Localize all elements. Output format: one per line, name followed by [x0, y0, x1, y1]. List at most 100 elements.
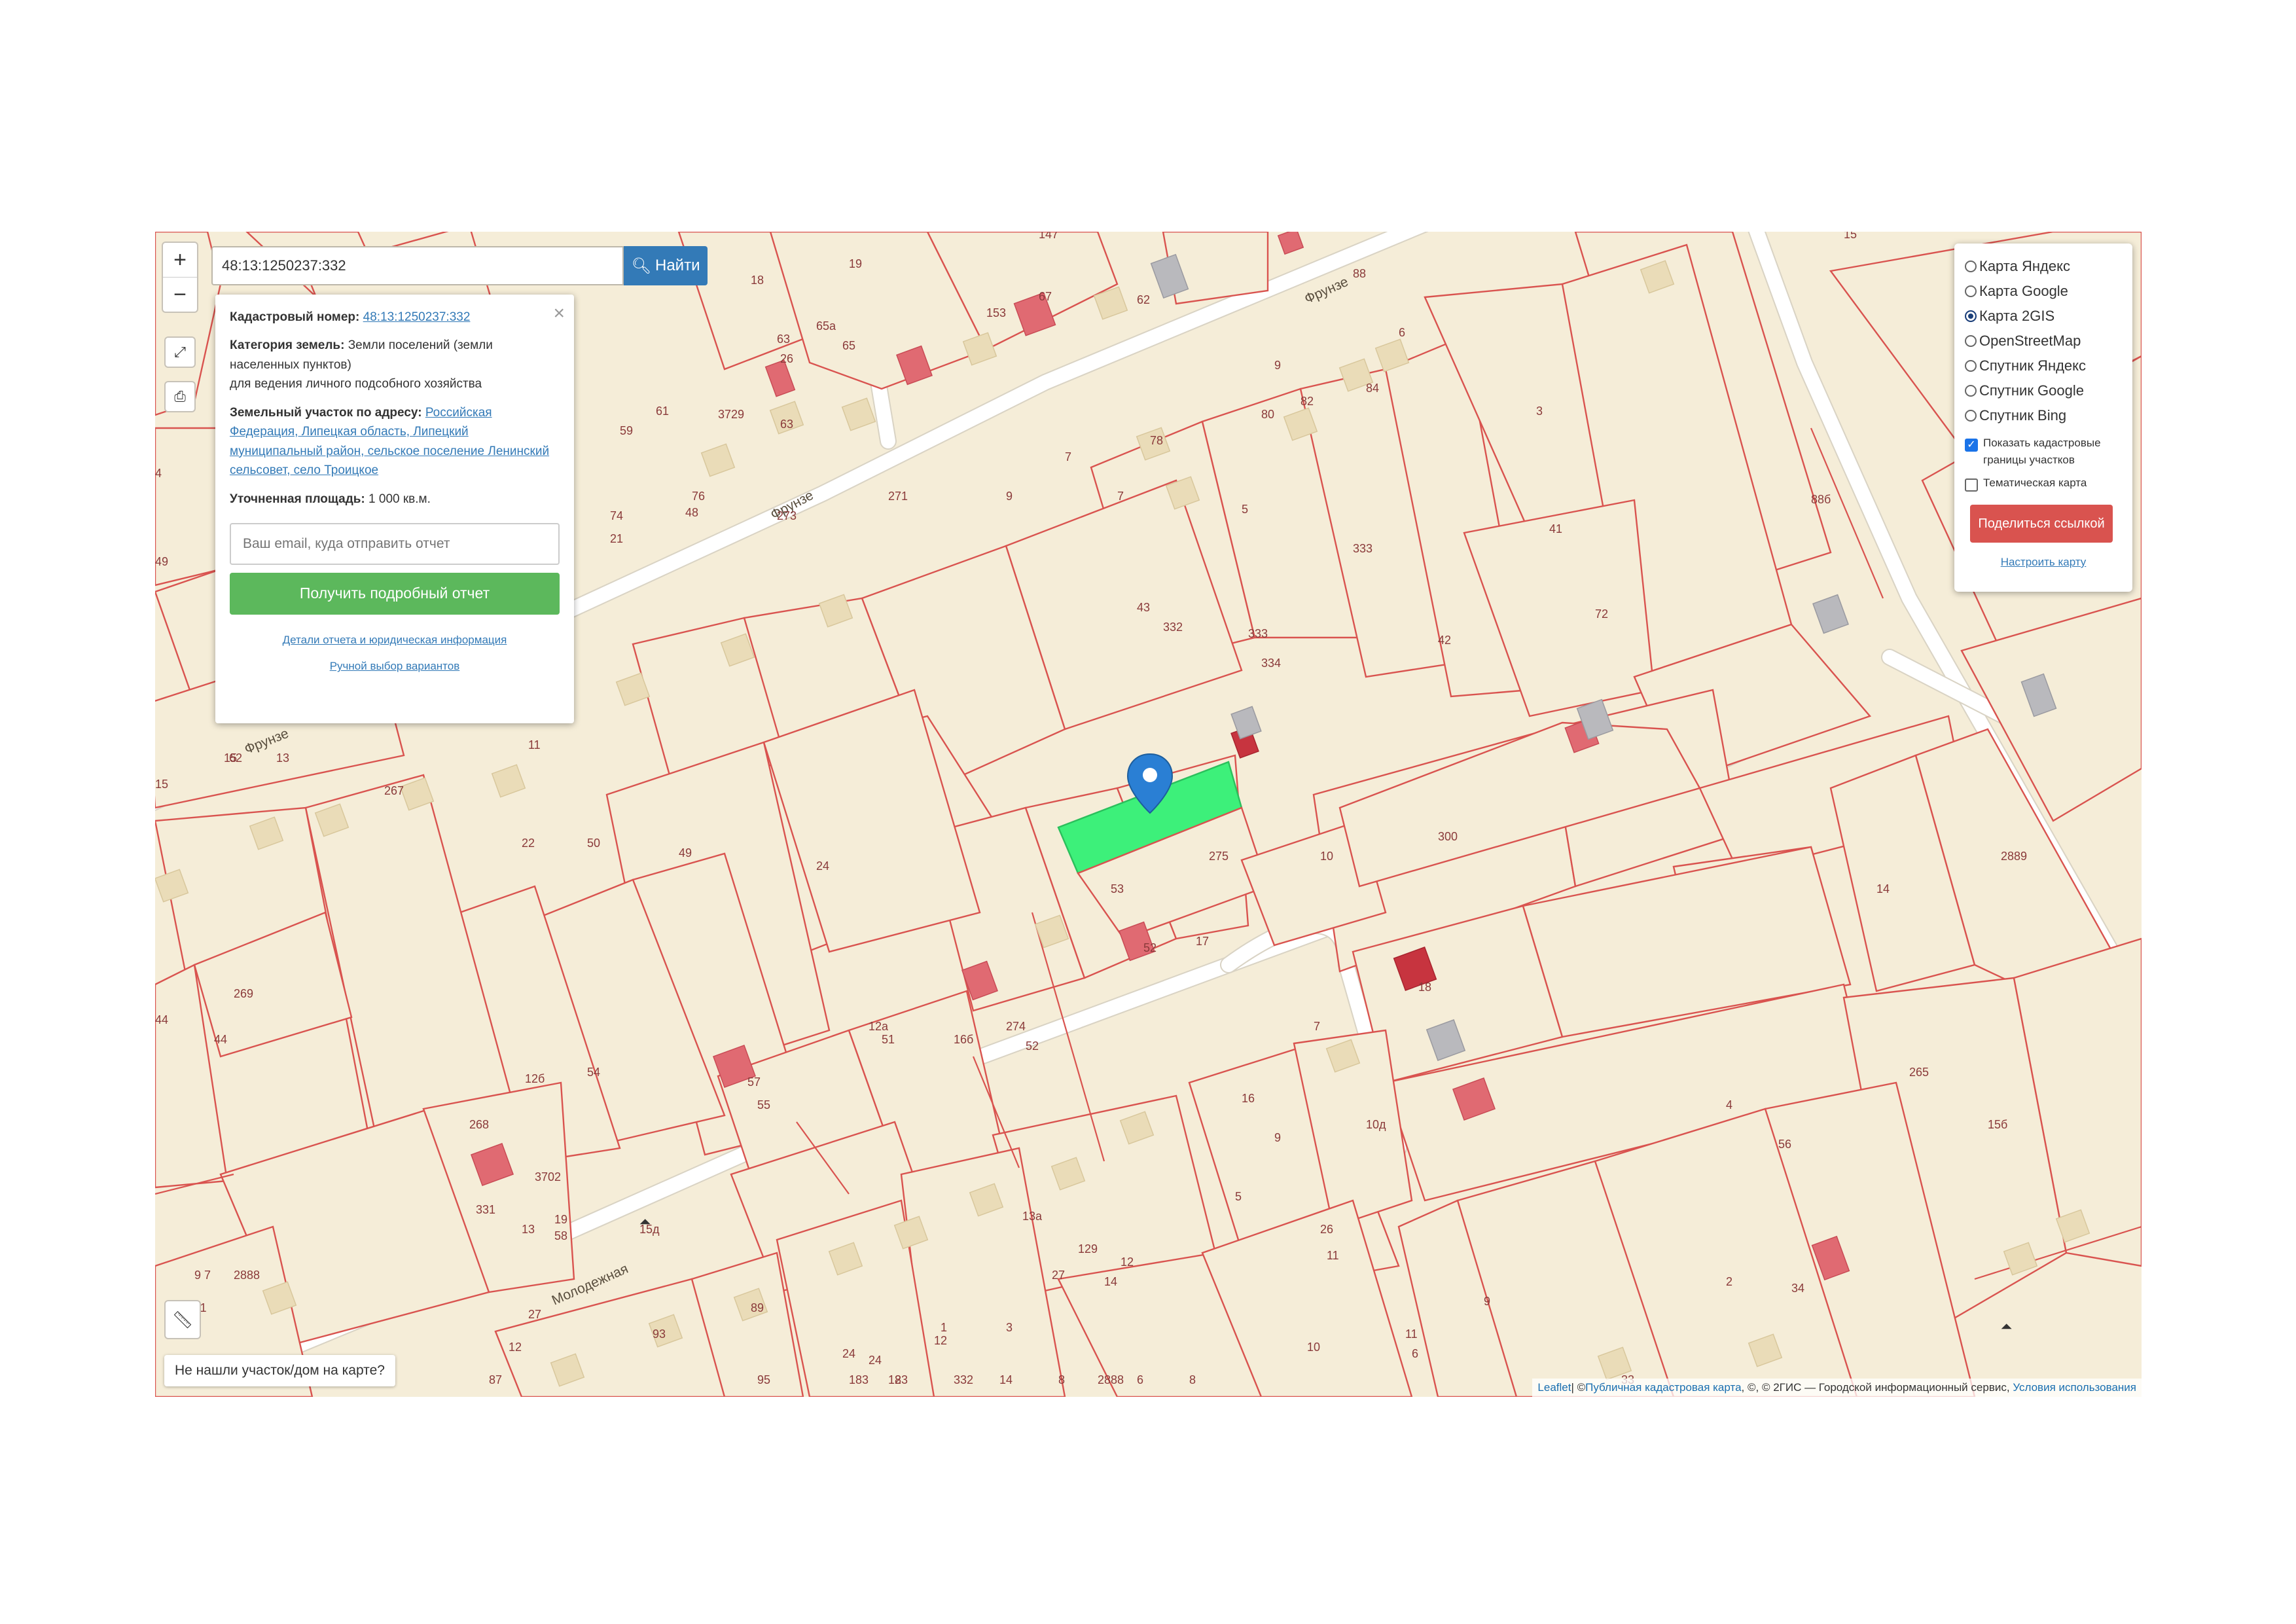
- layer-option-label: Карта 2GIS: [1979, 308, 2055, 324]
- plot-number-label: 12а: [869, 1020, 889, 1033]
- plot-number-label: 9: [1006, 490, 1013, 503]
- plot-number-label: 63: [777, 333, 790, 346]
- printer-icon: ⎙: [174, 388, 186, 405]
- plot-number-label: 22: [522, 837, 535, 850]
- layer-radio[interactable]: [1965, 261, 1977, 272]
- plot-number-label: 5: [1242, 503, 1248, 516]
- plot-number-label: 269: [234, 987, 253, 1000]
- plot-number-label: 331: [476, 1203, 495, 1216]
- plot-number-label: 62: [229, 751, 242, 765]
- measure-button[interactable]: 📏︎: [164, 1300, 201, 1339]
- plot-number-label: 334: [1261, 657, 1281, 670]
- layer-option[interactable]: Спутник Яндекс: [1965, 353, 2122, 378]
- thematic-map-option[interactable]: Тематическая карта: [1965, 475, 2122, 492]
- layer-option[interactable]: Карта Google: [1965, 279, 2122, 304]
- plot-number-label: 21: [610, 532, 623, 545]
- pkk-link[interactable]: Публичная кадастровая карта: [1585, 1381, 1741, 1394]
- get-report-button[interactable]: Получить подробный отчет: [230, 572, 560, 615]
- search-button[interactable]: 🔍︎ Найти: [624, 246, 708, 285]
- thematic-map-label: Тематическая карта: [1983, 477, 2087, 489]
- plot-number-label: 16: [1242, 1092, 1255, 1105]
- plot-number-label: 17: [1196, 935, 1209, 948]
- plot-number-label: 49: [679, 846, 692, 859]
- plot-number-label: 333: [1248, 627, 1268, 640]
- layer-radio[interactable]: [1965, 410, 1977, 422]
- plot-number-label: 18: [849, 1373, 862, 1386]
- share-link-button[interactable]: Поделиться ссылкой: [1970, 505, 2113, 543]
- area-label: Уточненная площадь:: [230, 492, 365, 506]
- plot-number-label: 7: [1117, 490, 1124, 503]
- layer-option[interactable]: Карта Яндекс: [1965, 254, 2122, 279]
- layer-option[interactable]: Карта 2GIS: [1965, 304, 2122, 329]
- plot-number-label: 3702: [535, 1170, 561, 1183]
- configure-map-link[interactable]: Настроить карту: [1965, 556, 2122, 569]
- plot-number-label: 44: [214, 1033, 227, 1046]
- plot-number-label: 78: [1150, 434, 1163, 447]
- plot-number-label: 4: [155, 467, 162, 480]
- layer-option[interactable]: Спутник Bing: [1965, 403, 2122, 428]
- plot-number-label: 11: [1327, 1249, 1339, 1262]
- plot-number-label: 333: [1353, 542, 1372, 555]
- plot-number-label: 274: [1006, 1020, 1026, 1033]
- layer-option[interactable]: Спутник Google: [1965, 378, 2122, 403]
- plot-number-label: 129: [1078, 1242, 1098, 1255]
- layer-switcher: Карта Яндекс Карта Google Карта 2GIS OpenSt…: [1954, 244, 2132, 592]
- search-button-label: Найти: [655, 257, 700, 274]
- email-field[interactable]: [230, 522, 560, 565]
- plot-number-label: 88б: [1811, 493, 1831, 506]
- plot-number-label: 52: [1026, 1039, 1039, 1053]
- plot-number-label: 8: [1189, 1373, 1196, 1386]
- map-viewport[interactable]: Фрунзе Фрунзе Фрунзе Молодежная 147 18 19 6…: [155, 232, 2142, 1397]
- layer-radio[interactable]: [1965, 285, 1977, 297]
- leaflet-link[interactable]: Leaflet: [1537, 1381, 1571, 1394]
- thematic-map-checkbox[interactable]: [1965, 478, 1978, 492]
- map-attribution: Leaflet | © Публичная кадастровая карта …: [1532, 1379, 2142, 1397]
- plot-number-label: 24: [869, 1354, 882, 1367]
- land-use-value: для ведения личного подсобного хозяйства: [230, 377, 482, 391]
- ruler-icon: 📏︎: [171, 1309, 194, 1329]
- plot-number-label: 16б: [954, 1033, 973, 1046]
- zoom-in-button[interactable]: +: [163, 243, 197, 277]
- plot-number-label: 12: [934, 1334, 947, 1347]
- manual-selection-link[interactable]: Ручной выбор вариантов: [330, 660, 460, 672]
- plot-number-label: 53: [1111, 882, 1124, 895]
- plot-number-label: 14: [1876, 882, 1890, 895]
- plot-number-label: 5: [1235, 1190, 1242, 1203]
- plot-number-label: 61: [656, 405, 669, 418]
- zoom-control: + −: [162, 242, 198, 313]
- plot-number-label: 147: [1039, 232, 1058, 241]
- cadastral-number-link[interactable]: 48:13:1250237:332: [363, 310, 471, 324]
- plot-number-label: 3: [1006, 1321, 1013, 1334]
- layer-radio[interactable]: [1965, 360, 1977, 372]
- plot-number-label: 332: [954, 1373, 973, 1386]
- attribution-text-1: | ©: [1571, 1381, 1586, 1394]
- terms-link[interactable]: Условия использования: [2013, 1381, 2136, 1394]
- layer-option[interactable]: OpenStreetMap: [1965, 329, 2122, 353]
- plot-number-label: 1: [941, 1321, 947, 1334]
- layer-radio[interactable]: [1965, 385, 1977, 397]
- plot-number-label: 82: [1300, 395, 1314, 408]
- plot-number-label: 19: [849, 257, 862, 270]
- plot-number-label: 65: [842, 339, 855, 352]
- fullscreen-button[interactable]: ⤢: [164, 336, 196, 368]
- layer-radio[interactable]: [1965, 335, 1977, 347]
- plot-number-label: 300: [1438, 830, 1458, 843]
- close-icon[interactable]: ×: [553, 298, 565, 329]
- plot-number-label: 7: [1314, 1020, 1320, 1033]
- report-details-link[interactable]: Детали отчета и юридическая информация: [283, 634, 507, 646]
- layer-option-label: OpenStreetMap: [1979, 333, 2081, 349]
- plot-number-label: 27: [1052, 1269, 1065, 1282]
- print-button[interactable]: ⎙: [164, 381, 196, 412]
- search-input[interactable]: [211, 246, 624, 285]
- not-found-button[interactable]: Не нашли участок/дом на карте?: [164, 1355, 395, 1386]
- show-borders-option[interactable]: ✓ Показать кадастровые границы участков: [1965, 435, 2122, 468]
- show-borders-checkbox[interactable]: ✓: [1965, 439, 1978, 452]
- zoom-out-button[interactable]: −: [163, 277, 197, 312]
- plot-number-label: 72: [1595, 607, 1608, 621]
- address-label: Земельный участок по адресу:: [230, 405, 422, 420]
- cadastral-number-label: Кадастровый номер:: [230, 310, 360, 324]
- plot-number-label: 13: [522, 1223, 535, 1236]
- layer-radio[interactable]: [1965, 310, 1977, 322]
- plot-number-label: 11: [1405, 1327, 1418, 1341]
- plot-number-label: 2: [1726, 1275, 1732, 1288]
